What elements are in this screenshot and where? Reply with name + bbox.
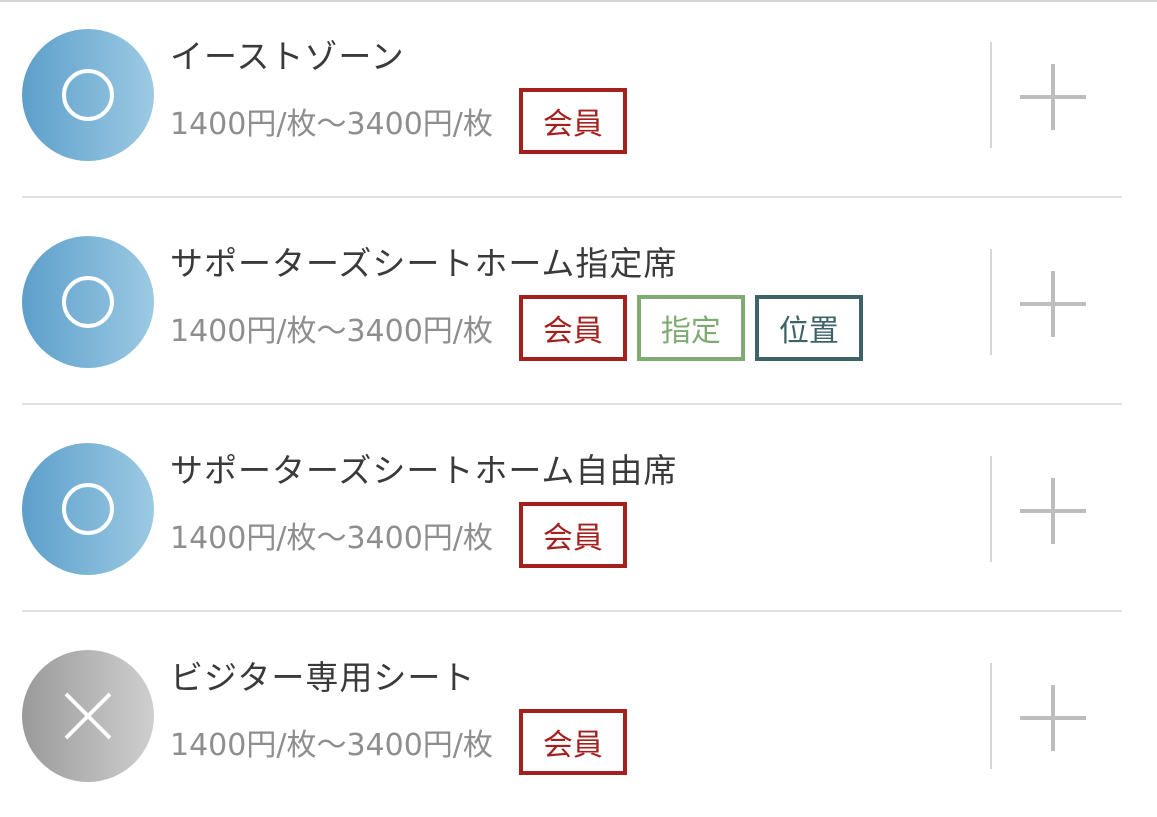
cross-icon <box>64 692 112 740</box>
availability-status <box>22 650 154 782</box>
seat-name: イーストゾーン <box>170 37 405 76</box>
plus-icon <box>1020 64 1086 130</box>
plus-icon <box>1020 685 1086 751</box>
seat-row[interactable]: ビジター専用シート 1400円/枚〜3400円/枚 会員 <box>22 621 1122 817</box>
add-separator <box>990 42 992 148</box>
price-range: 1400円/枚〜3400円/枚 <box>170 728 493 763</box>
add-button[interactable] <box>1020 683 1092 755</box>
add-separator <box>990 663 992 769</box>
circle-icon <box>62 69 114 121</box>
plus-icon <box>1020 478 1086 544</box>
row-divider <box>22 610 1122 612</box>
price-line: 1400円/枚〜3400円/枚 会員 <box>170 709 637 775</box>
seat-name: サポーターズシートホーム指定席 <box>170 244 678 283</box>
reserved-badge: 指定 <box>636 295 745 361</box>
circle-icon <box>62 483 114 535</box>
price-line: 1400円/枚〜3400円/枚 会員 <box>170 88 637 154</box>
availability-status <box>22 29 154 161</box>
price-range: 1400円/枚〜3400円/枚 <box>170 521 493 556</box>
add-separator <box>990 456 992 562</box>
seat-name: サポーターズシートホーム自由席 <box>170 451 678 490</box>
member-badge: 会員 <box>518 502 627 568</box>
add-button[interactable] <box>1020 476 1092 548</box>
add-separator <box>990 249 992 355</box>
seat-row[interactable]: イーストゾーン 1400円/枚〜3400円/枚 会員 <box>22 0 1122 198</box>
price-range: 1400円/枚〜3400円/枚 <box>170 314 493 349</box>
position-badge: 位置 <box>754 295 863 361</box>
seat-name: ビジター専用シート <box>170 658 476 697</box>
member-badge: 会員 <box>518 709 627 775</box>
add-button[interactable] <box>1020 269 1092 341</box>
row-divider <box>22 196 1122 198</box>
availability-status <box>22 236 154 368</box>
seat-row[interactable]: サポーターズシートホーム指定席 1400円/枚〜3400円/枚 会員 指定 位置 <box>22 207 1122 405</box>
plus-icon <box>1020 271 1086 337</box>
add-button[interactable] <box>1020 62 1092 134</box>
circle-icon <box>62 276 114 328</box>
price-range: 1400円/枚〜3400円/枚 <box>170 107 493 142</box>
price-line: 1400円/枚〜3400円/枚 会員 指定 位置 <box>170 295 873 361</box>
member-badge: 会員 <box>518 88 627 154</box>
seat-row[interactable]: サポーターズシートホーム自由席 1400円/枚〜3400円/枚 会員 <box>22 414 1122 612</box>
row-divider <box>22 403 1122 405</box>
member-badge: 会員 <box>518 295 627 361</box>
price-line: 1400円/枚〜3400円/枚 会員 <box>170 502 637 568</box>
availability-status <box>22 443 154 575</box>
